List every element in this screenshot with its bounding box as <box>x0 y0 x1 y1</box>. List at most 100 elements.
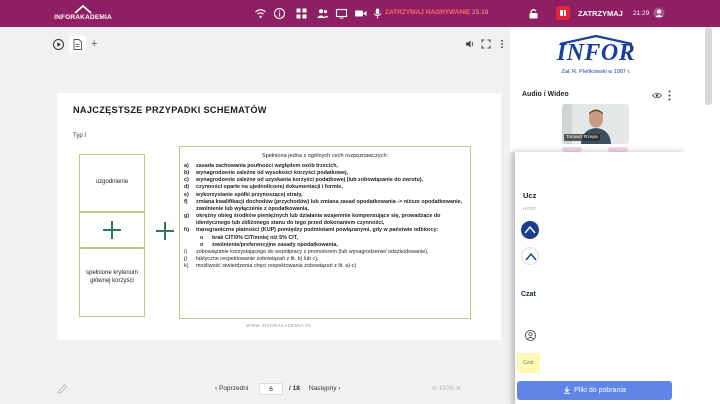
presenter-video[interactable]: Tomasz Rzepa <box>562 104 629 144</box>
criteria-letter: g) <box>184 213 190 220</box>
microphone-icon[interactable] <box>371 7 384 20</box>
next-label: Następny <box>309 385 337 392</box>
infor-brand: INFOR <box>556 40 636 66</box>
criteria-item: a) zasada zachowania poufności względem o… <box>184 163 470 170</box>
info-icon[interactable] <box>273 7 286 20</box>
criteria-text: transgraniczne płatności (KUP) pomiędzy … <box>196 227 439 234</box>
participants-title: Ucz <box>523 191 537 200</box>
panel-menu-icon[interactable] <box>668 90 671 101</box>
participants-drawer <box>515 152 685 404</box>
criteria-text: okrężny obieg środków pieniężnych lub dz… <box>196 213 441 227</box>
criteria-text: wynagrodzenie zależne od wysokości korzy… <box>196 170 349 177</box>
criteria-item: f) zmiana kwalifikacji dochodów (przychod… <box>184 199 470 213</box>
grid-view-icon[interactable] <box>295 7 308 20</box>
criteria-item: k) możliwość stwierdzenia chęci respektow… <box>184 263 470 270</box>
fullscreen-icon[interactable] <box>481 39 491 49</box>
criteria-letter: a) <box>184 163 189 169</box>
stop-button[interactable] <box>556 6 570 20</box>
download-icon <box>564 386 571 394</box>
add-tab-button[interactable]: + <box>91 38 97 50</box>
camera-icon[interactable] <box>354 7 367 20</box>
logo-icon <box>74 5 92 14</box>
criteria-item: b) wynagrodzenie zależne od wysokości kor… <box>184 170 470 177</box>
presenter-name: Tomasz Rzepa <box>564 134 600 141</box>
wifi-icon[interactable] <box>254 7 267 20</box>
clock: 21:29 <box>633 10 650 17</box>
criteria-item: d) czynności oparte na ujednoliconej doku… <box>184 184 470 191</box>
criteria-item: e) wykorzystanie spółki przynoszącej stra… <box>184 192 470 199</box>
brand-logo[interactable]: INFORAKADEMIA <box>54 4 112 23</box>
criteria-text: możliwość stwierdzenia chęci respektowan… <box>196 263 357 270</box>
eye-icon[interactable] <box>652 92 662 99</box>
criteria-text: brak CIT/0% CIT/mniej niż 5% CIT, <box>212 234 298 241</box>
criteria-item: j) faktyczne respektowanie zobowiązań z l… <box>184 256 470 263</box>
play-icon[interactable] <box>53 39 64 50</box>
criteria-letter: e) <box>184 191 189 198</box>
screen-share-icon[interactable] <box>335 7 348 20</box>
plus-box <box>79 212 145 248</box>
chat-title: Czat <box>521 291 536 298</box>
criteria-item: o brak CIT/0% CIT/mniej niż 5% CIT, <box>184 235 470 242</box>
criteria-letter: o <box>200 241 204 248</box>
pencil-icon[interactable] <box>57 384 68 394</box>
plus-icon <box>156 222 174 240</box>
criteria-text: wynagrodzenie zależne od uzyskania korzy… <box>196 177 424 184</box>
criteria-letter: c) <box>184 177 189 184</box>
criteria-text: zobowiązanie korzystającego do współprac… <box>196 248 429 255</box>
criteria-letter: j) <box>184 256 187 263</box>
previous-page-button[interactable]: ‹ Poprzedni <box>215 385 248 392</box>
host-logo-icon <box>525 253 537 261</box>
host-avatar[interactable] <box>521 247 539 265</box>
download-label: Pliki do pobrania <box>574 387 626 394</box>
criteria-letter: f) <box>184 198 188 205</box>
document-tab[interactable] <box>69 36 86 53</box>
criteria-item: i) zobowiązanie korzystającego do współpr… <box>184 249 470 256</box>
more-options-icon[interactable] <box>497 39 507 49</box>
criteria-letter: h) <box>184 227 190 234</box>
document-icon <box>73 39 82 50</box>
host-logo-icon <box>524 226 536 234</box>
audio-video-title: Audio i Wideo <box>522 91 569 98</box>
download-files-button[interactable]: Pliki do pobrania <box>517 381 672 400</box>
criteria-item: g) okrężny obieg środków pieniężnych lub … <box>184 213 470 227</box>
main-benefit-text: spełnione kryterium głównej korzyści <box>85 270 139 284</box>
next-page-button[interactable]: Następny › <box>309 385 340 392</box>
host-avatar[interactable] <box>521 221 539 239</box>
infor-subtitle: Zał. R. Pieńkowski w 1987 r. <box>561 69 631 75</box>
general-criteria-box: Spełniona jedna z ogólnych cech rozpozna… <box>179 146 471 319</box>
panel-gap <box>685 27 702 404</box>
stop-label[interactable]: ZATRZYMAJ <box>578 9 623 18</box>
criteria-letter: d) <box>184 184 190 191</box>
volume-icon[interactable] <box>465 39 475 49</box>
user-avatar-icon[interactable] <box>653 7 665 19</box>
page-total: / 18 <box>289 385 300 392</box>
presentation-slide: NAJCZĘSTSZE PRZYPADKI SCHEMATÓW Typ I uz… <box>57 93 501 340</box>
infor-logo: INFOR Zał. R. Pieńkowski w 1987 r. <box>548 35 644 81</box>
page-number-input[interactable] <box>259 383 283 395</box>
plus-icon <box>103 221 121 239</box>
recording-time: 25:19 <box>472 9 489 16</box>
criteria-text: faktyczne respektowanie zobowiązań z lit… <box>196 256 319 263</box>
recording-status[interactable]: ZATRZYMAJ NAGRYWANIE 25:19 <box>385 9 488 16</box>
agreement-box: uzgodnienie <box>79 154 145 212</box>
recording-label: ZATRZYMAJ NAGRYWANIE <box>385 9 471 16</box>
criteria-text: zasada zachowania poufności względem osó… <box>196 163 338 169</box>
hosts-label: HOST <box>523 206 537 211</box>
pause-icon <box>560 10 563 16</box>
users-icon[interactable] <box>316 7 329 20</box>
previous-label: Poprzedni <box>218 385 249 392</box>
criteria-item: h) transgraniczne płatności (KUP) pomiędz… <box>184 227 470 234</box>
agreement-text: uzgodnienie <box>95 179 129 185</box>
scrollbar-thumb[interactable] <box>705 27 712 105</box>
zoom-control[interactable]: ⊖ 100% ⊕ <box>432 385 461 392</box>
criteria-heading: Spełniona jedna z ogólnych cech rozpozna… <box>261 153 389 159</box>
brand-name: INFORAKADEMIA <box>54 14 112 21</box>
criteria-item: o zwolnienie/preferencyjne zasady opodatk… <box>184 242 470 249</box>
chat-note[interactable]: Czat <box>517 353 540 373</box>
lock-icon[interactable] <box>527 7 540 20</box>
criteria-letter: i) <box>184 248 187 255</box>
criteria-text: zwolnienie/preferencyjne zasady opodatko… <box>212 241 338 248</box>
criteria-letter: b) <box>184 170 190 177</box>
user-icon[interactable] <box>525 330 536 341</box>
main-benefit-box: spełnione kryterium głównej korzyści <box>79 248 145 317</box>
